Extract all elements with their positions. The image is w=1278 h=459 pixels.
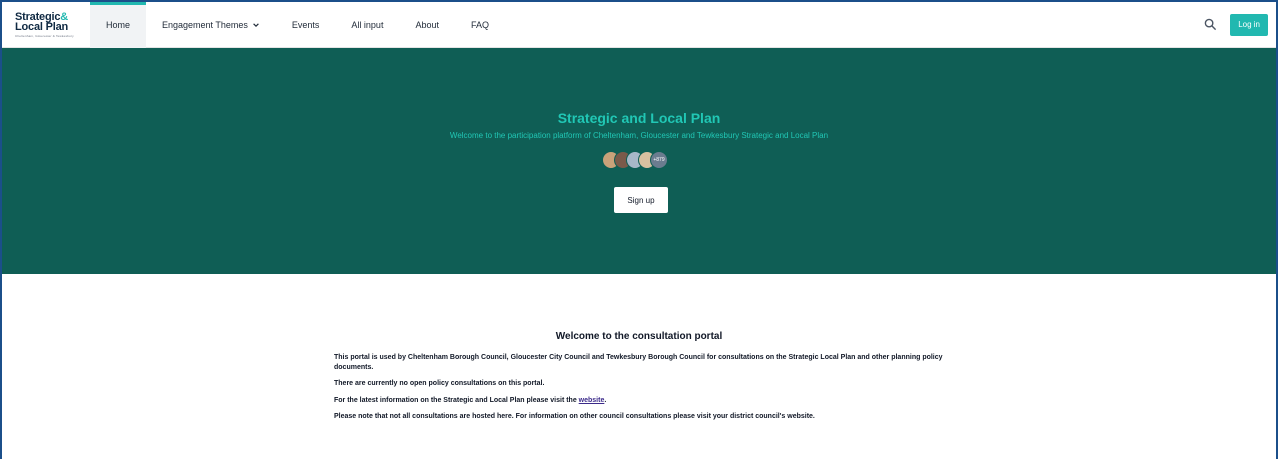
hero-subtitle: Welcome to the participation platform of… xyxy=(449,131,829,140)
hero-banner: Strategic and Local Plan Welcome to the … xyxy=(2,48,1276,274)
search-button[interactable] xyxy=(1198,13,1222,37)
website-link[interactable]: website xyxy=(579,397,605,404)
participant-avatars: +879 xyxy=(602,151,668,171)
signup-button[interactable]: Sign up xyxy=(614,187,668,213)
nav-engagement-themes[interactable]: Engagement Themes xyxy=(146,2,276,48)
logo-tagline: Cheltenham, Gloucester & Tewkesbury xyxy=(15,33,74,38)
content-paragraph-2: There are currently no open policy consu… xyxy=(334,380,545,387)
avatar-count-badge: +879 xyxy=(650,151,668,169)
site-logo[interactable]: Strategic& Local Plan Cheltenham, Glouce… xyxy=(2,2,90,48)
logo-line-1: Strategic& xyxy=(15,10,69,23)
content-body: This portal is used by Cheltenham Boroug… xyxy=(334,353,946,429)
logo-line-2: Local Plan xyxy=(15,20,69,33)
content-title: Welcome to the consultation portal xyxy=(555,331,723,342)
nav-home[interactable]: Home xyxy=(90,1,147,48)
nav-right-actions: Log in xyxy=(1198,13,1276,37)
search-icon xyxy=(1204,18,1216,31)
nav-faq[interactable]: FAQ xyxy=(455,2,505,48)
nav-all-input[interactable]: All input xyxy=(335,2,399,48)
content-paragraph-3: For the latest information on the Strate… xyxy=(334,396,607,404)
hero-title: Strategic and Local Plan xyxy=(557,110,721,126)
nav-about[interactable]: About xyxy=(399,2,455,48)
nav-events[interactable]: Events xyxy=(276,2,336,48)
top-navbar: Strategic& Local Plan Cheltenham, Glouce… xyxy=(2,1,1276,48)
content-paragraph-1: This portal is used by Cheltenham Boroug… xyxy=(334,354,943,371)
content-paragraph-4: Please note that not all consultations a… xyxy=(334,413,815,420)
login-button[interactable]: Log in xyxy=(1230,13,1268,36)
chevron-down-icon xyxy=(253,22,259,27)
main-content: Welcome to the consultation portal This … xyxy=(2,274,1276,459)
